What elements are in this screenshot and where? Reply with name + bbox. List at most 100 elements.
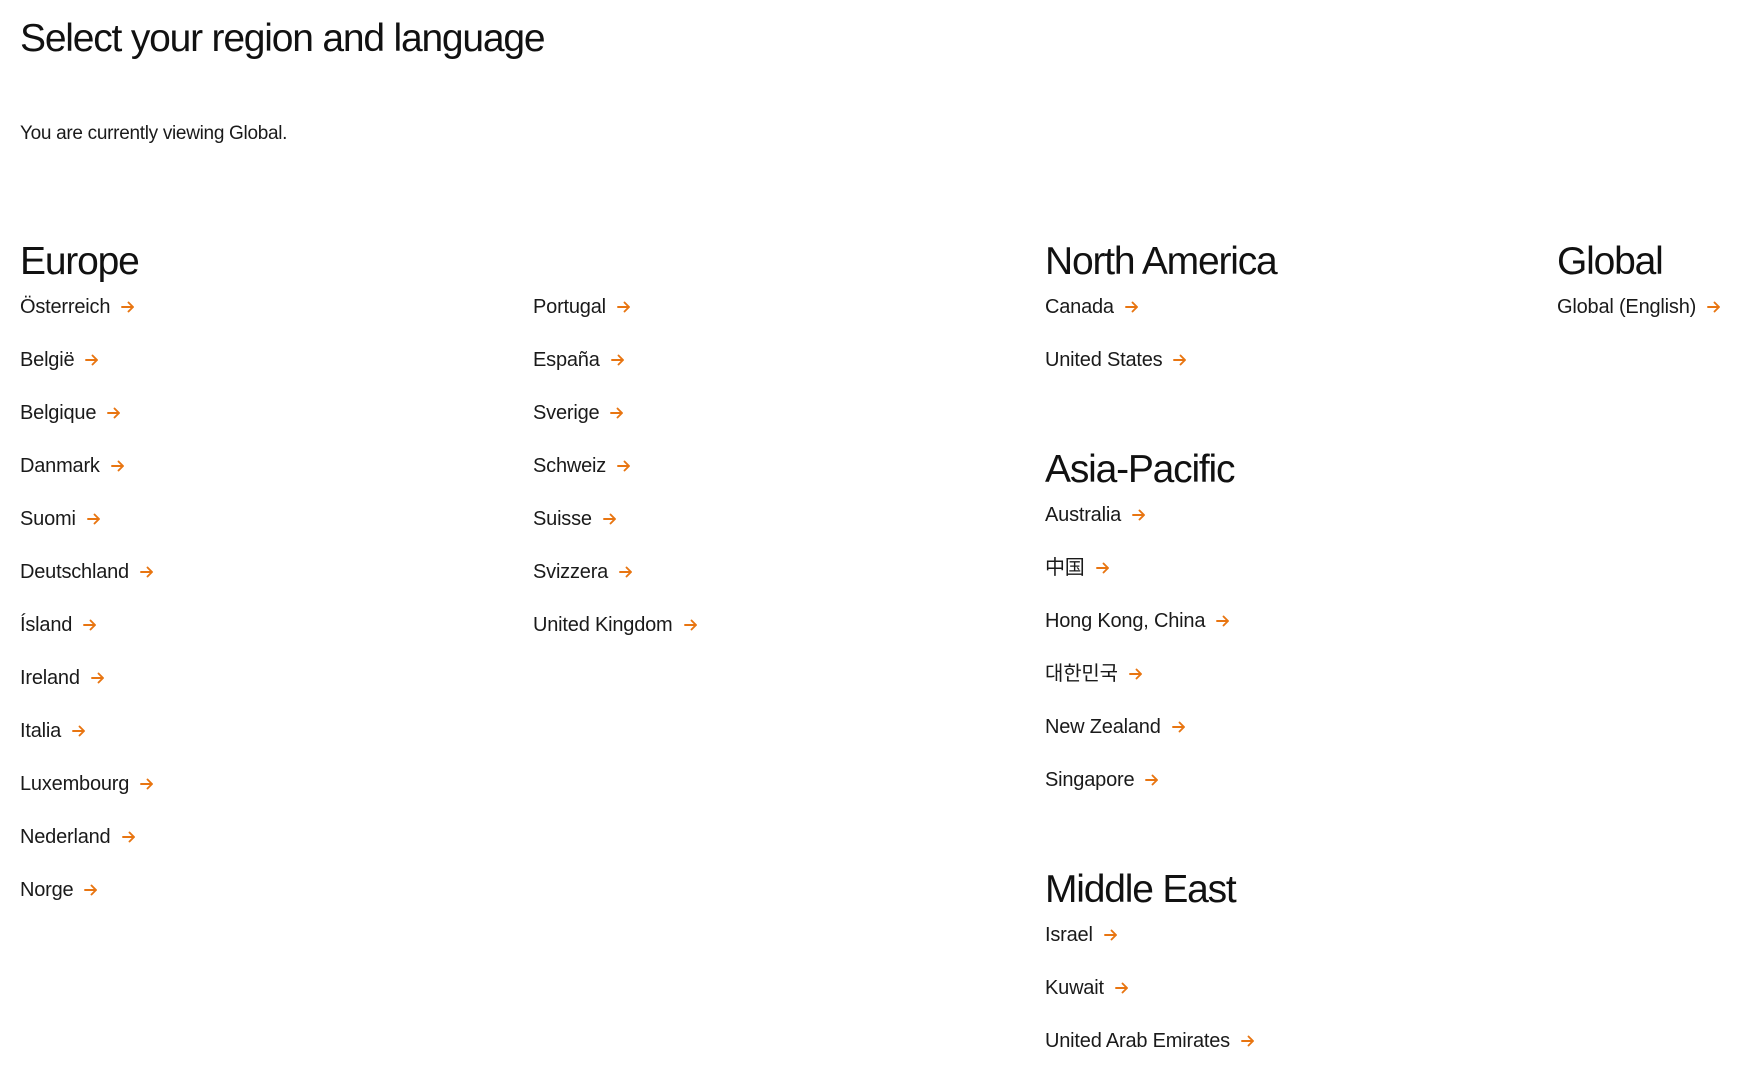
country-link-label: New Zealand bbox=[1045, 716, 1161, 738]
list-item: Österreich bbox=[20, 295, 155, 348]
arrow-right-icon bbox=[120, 299, 136, 315]
list-item: Kuwait bbox=[1045, 976, 1276, 1029]
country-list: Österreich België Belgique Danmark Suomi Deut… bbox=[20, 295, 155, 931]
arrow-right-icon bbox=[1131, 507, 1147, 523]
europe-column-1: Europe Österreich België Belgique Danmark Su… bbox=[20, 242, 155, 931]
arrow-right-icon bbox=[1103, 927, 1119, 943]
arrow-right-icon bbox=[1706, 299, 1722, 315]
country-link-label: Luxembourg bbox=[20, 773, 130, 795]
list-item: Ireland bbox=[20, 666, 155, 719]
country-link-europe-6[interactable]: Svizzera bbox=[533, 560, 634, 584]
country-link-label: Israel bbox=[1045, 924, 1093, 946]
list-item: Schweiz bbox=[533, 454, 699, 507]
arrow-right-icon bbox=[1172, 352, 1188, 368]
list-item: Sverige bbox=[533, 401, 699, 454]
country-link-asia-pacific-4[interactable]: 대한민국 bbox=[1045, 662, 1144, 686]
country-list: Canada United States bbox=[1045, 295, 1276, 401]
country-link-europe-1[interactable]: Portugal bbox=[533, 295, 632, 319]
country-link-label: United Arab Emirates bbox=[1045, 1030, 1230, 1052]
country-link-label: Svizzera bbox=[533, 561, 609, 583]
europe-column-2: Portugal España Sverige Schweiz Suisse Svizze… bbox=[533, 295, 699, 666]
list-item: Nederland bbox=[20, 825, 155, 878]
country-link-europe-5[interactable]: Suomi bbox=[20, 507, 102, 531]
region-heading-middle-east: Middle East bbox=[1045, 868, 1237, 911]
country-link-label: Global (English) bbox=[1557, 296, 1697, 318]
country-link-north-america-1[interactable]: Canada bbox=[1045, 295, 1140, 319]
region-heading-global: Global bbox=[1557, 240, 1664, 283]
arrow-right-icon bbox=[84, 352, 100, 368]
country-link-label: Schweiz bbox=[533, 455, 607, 477]
list-item: Suisse bbox=[533, 507, 699, 560]
arrow-right-icon bbox=[90, 670, 106, 686]
region-heading-asia-pacific: Asia-Pacific bbox=[1045, 448, 1236, 491]
country-link-europe-3[interactable]: Belgique bbox=[20, 401, 122, 425]
country-link-label: Singapore bbox=[1045, 769, 1135, 791]
country-link-middle-east-3[interactable]: United Arab Emirates bbox=[1045, 1029, 1256, 1053]
arrow-right-icon bbox=[1215, 613, 1231, 629]
americas-apac-me-column: North America Canada United States Asia-P… bbox=[1045, 242, 1278, 1082]
country-link-europe-11[interactable]: Nederland bbox=[20, 825, 137, 849]
country-link-europe-12[interactable]: Norge bbox=[20, 878, 99, 902]
country-link-asia-pacific-5[interactable]: New Zealand bbox=[1045, 715, 1187, 739]
arrow-right-icon bbox=[83, 882, 99, 898]
list-item: Singapore bbox=[1045, 768, 1276, 821]
list-item: New Zealand bbox=[1045, 715, 1276, 768]
country-link-label: Suomi bbox=[20, 508, 76, 530]
country-link-label: Ísland bbox=[20, 614, 73, 636]
country-link-europe-6[interactable]: Deutschland bbox=[20, 560, 155, 584]
country-link-label: Suisse bbox=[533, 508, 592, 530]
country-link-asia-pacific-6[interactable]: Singapore bbox=[1045, 768, 1160, 792]
country-link-label: Italia bbox=[20, 720, 62, 742]
arrow-right-icon bbox=[1114, 980, 1130, 996]
country-link-asia-pacific-2[interactable]: 中国 bbox=[1045, 556, 1111, 580]
country-link-europe-4[interactable]: Danmark bbox=[20, 454, 126, 478]
country-link-label: Kuwait bbox=[1045, 977, 1104, 999]
country-link-europe-7[interactable]: Ísland bbox=[20, 613, 98, 637]
arrow-right-icon bbox=[86, 511, 102, 527]
region-heading-europe: Europe bbox=[20, 240, 140, 283]
arrow-right-icon bbox=[139, 564, 155, 580]
country-link-label: Canada bbox=[1045, 296, 1114, 318]
country-link-label: España bbox=[533, 349, 600, 371]
country-list: Portugal España Sverige Schweiz Suisse Svizze… bbox=[533, 295, 699, 666]
country-link-asia-pacific-1[interactable]: Australia bbox=[1045, 503, 1147, 527]
country-link-europe-5[interactable]: Suisse bbox=[533, 507, 618, 531]
list-item: 대한민국 bbox=[1045, 662, 1276, 715]
country-link-middle-east-2[interactable]: Kuwait bbox=[1045, 976, 1130, 1000]
country-link-label: Sverige bbox=[533, 402, 600, 424]
arrow-right-icon bbox=[683, 617, 699, 633]
arrow-right-icon bbox=[1095, 560, 1111, 576]
arrow-right-icon bbox=[110, 458, 126, 474]
country-link-europe-4[interactable]: Schweiz bbox=[533, 454, 632, 478]
list-item: Deutschland bbox=[20, 560, 155, 613]
country-link-europe-2[interactable]: España bbox=[533, 348, 626, 372]
country-link-europe-8[interactable]: Ireland bbox=[20, 666, 106, 690]
country-link-europe-2[interactable]: België bbox=[20, 348, 100, 372]
country-link-asia-pacific-3[interactable]: Hong Kong, China bbox=[1045, 609, 1231, 633]
region-north-america: North America Canada United States bbox=[1045, 242, 1278, 401]
page-title: Select your region and language bbox=[20, 17, 546, 60]
list-item: Israel bbox=[1045, 923, 1276, 976]
list-item: Luxembourg bbox=[20, 772, 155, 825]
arrow-right-icon bbox=[1171, 719, 1187, 735]
list-item: Italia bbox=[20, 719, 155, 772]
list-item: United Arab Emirates bbox=[1045, 1029, 1276, 1082]
arrow-right-icon bbox=[616, 299, 632, 315]
list-item: Danmark bbox=[20, 454, 155, 507]
country-link-north-america-2[interactable]: United States bbox=[1045, 348, 1188, 372]
current-region-note: You are currently viewing Global. bbox=[20, 123, 288, 144]
country-link-middle-east-1[interactable]: Israel bbox=[1045, 923, 1119, 947]
country-link-label: Portugal bbox=[533, 296, 606, 318]
country-link-europe-3[interactable]: Sverige bbox=[533, 401, 625, 425]
list-item: Norge bbox=[20, 878, 155, 931]
list-item: Hong Kong, China bbox=[1045, 609, 1276, 662]
country-link-europe-1[interactable]: Österreich bbox=[20, 295, 136, 319]
country-link-europe-10[interactable]: Luxembourg bbox=[20, 772, 155, 796]
country-link-label: België bbox=[20, 349, 75, 371]
country-link-europe-7[interactable]: United Kingdom bbox=[533, 613, 699, 637]
country-link-label: Nederland bbox=[20, 826, 111, 848]
country-link-label: Hong Kong, China bbox=[1045, 610, 1206, 632]
country-link-global-1[interactable]: Global (English) bbox=[1557, 295, 1722, 319]
country-link-europe-9[interactable]: Italia bbox=[20, 719, 87, 743]
list-item: Ísland bbox=[20, 613, 155, 666]
